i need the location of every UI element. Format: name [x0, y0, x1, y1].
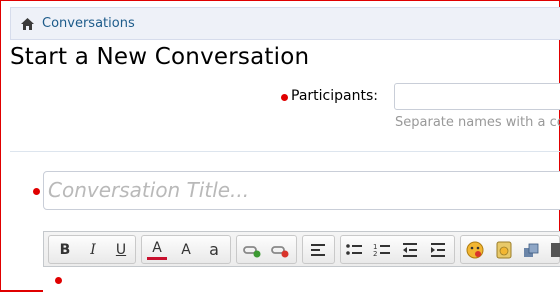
font-color-button[interactable]: A [147, 240, 167, 260]
breadcrumb: Conversations [10, 7, 560, 40]
align-left-icon[interactable] [308, 240, 328, 260]
bullet-list-icon[interactable] [344, 240, 364, 260]
underline-button[interactable]: U [111, 240, 131, 260]
outdent-icon[interactable] [400, 240, 420, 260]
font-family-button[interactable]: a [204, 240, 224, 260]
conversation-title-placeholder: Conversation Title... [48, 178, 250, 202]
required-indicator [55, 277, 62, 284]
participants-label: Participants: [291, 88, 378, 104]
numbered-list-icon[interactable]: 1 2 [372, 240, 392, 260]
required-indicator [281, 94, 288, 101]
required-indicator [33, 188, 40, 195]
italic-button[interactable]: I [83, 240, 103, 260]
indent-icon[interactable] [428, 240, 448, 260]
participants-hint: Separate names with a co [395, 115, 560, 130]
insert-media-icon[interactable] [522, 240, 542, 260]
section-divider [10, 151, 560, 152]
bold-button[interactable]: B [55, 240, 75, 260]
font-size-button[interactable]: A [176, 240, 196, 260]
insert-link-icon[interactable] [242, 240, 262, 260]
breadcrumb-link-conversations[interactable]: Conversations [42, 16, 135, 31]
smilie-icon[interactable] [465, 240, 485, 260]
participants-input[interactable] [394, 83, 560, 110]
insert-image-icon[interactable] [494, 240, 514, 260]
message-editor-body[interactable] [43, 266, 560, 307]
home-icon[interactable] [21, 18, 34, 30]
more-options-icon[interactable] [549, 240, 560, 260]
unlink-icon[interactable] [270, 240, 290, 260]
page-title: Start a New Conversation [10, 44, 310, 70]
svg-text:2: 2 [373, 250, 377, 258]
